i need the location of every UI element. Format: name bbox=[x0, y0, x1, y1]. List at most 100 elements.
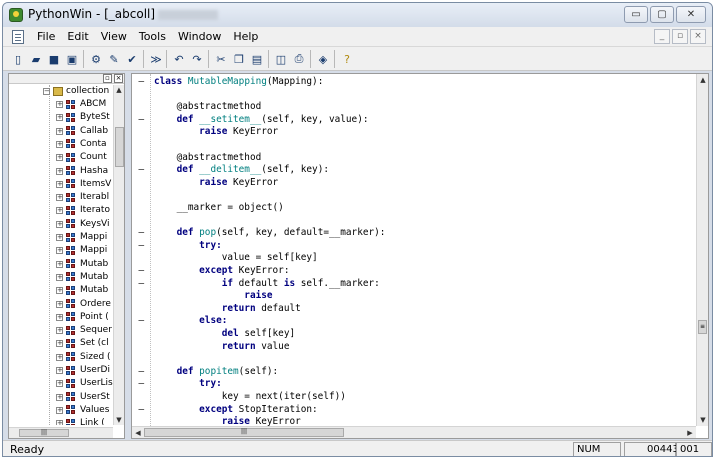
expand-icon[interactable]: + bbox=[56, 154, 63, 162]
print-icon[interactable]: ⎙ bbox=[290, 50, 308, 68]
scroll-thumb[interactable]: ≡ bbox=[698, 320, 707, 334]
fold-marker-icon[interactable]: − bbox=[138, 403, 145, 416]
code-line[interactable]: @abstractmethod bbox=[154, 101, 262, 113]
expand-icon[interactable]: + bbox=[56, 406, 63, 414]
check-icon[interactable]: ✔ bbox=[123, 50, 141, 68]
panel-restore-button[interactable]: ▫ bbox=[103, 74, 112, 83]
menu-tools[interactable]: Tools bbox=[133, 30, 172, 43]
code-line[interactable]: key = next(iter(self)) bbox=[154, 391, 346, 403]
expand-icon[interactable]: + bbox=[56, 300, 63, 308]
tree-item-class[interactable]: + Count bbox=[56, 151, 107, 164]
expand-icon[interactable]: + bbox=[56, 114, 63, 122]
scroll-thumb[interactable]: ||| bbox=[19, 429, 69, 437]
indent-icon[interactable]: ≫ bbox=[147, 50, 165, 68]
menu-window[interactable]: Window bbox=[172, 30, 227, 43]
tree-item-class[interactable]: + Mappi bbox=[56, 244, 107, 257]
expand-icon[interactable]: + bbox=[56, 167, 63, 175]
tree-item-class[interactable]: + Sized ( bbox=[56, 351, 111, 364]
tree-item-class[interactable]: + Set (cl bbox=[56, 337, 109, 350]
mdi-minimize-button[interactable]: _ bbox=[654, 29, 670, 44]
tree-item-class[interactable]: + Hasha bbox=[56, 165, 108, 178]
collapse-icon[interactable]: − bbox=[43, 88, 50, 95]
tree-item-class[interactable]: + Sequer bbox=[56, 324, 112, 337]
code-line[interactable]: class MutableMapping(Mapping): bbox=[154, 76, 323, 88]
expand-icon[interactable]: + bbox=[56, 287, 63, 295]
debug-icon[interactable]: ⚙ bbox=[87, 50, 105, 68]
code-line[interactable]: def __setitem__(self, key, value): bbox=[154, 114, 369, 126]
scroll-left-icon[interactable]: ◀ bbox=[133, 428, 143, 438]
code-line[interactable]: @abstractmethod bbox=[154, 152, 262, 164]
fold-marker-icon[interactable]: − bbox=[138, 314, 145, 327]
expand-icon[interactable]: + bbox=[56, 220, 63, 228]
code-line[interactable]: return default bbox=[154, 303, 301, 315]
code-editor[interactable]: − − − − − − − − − − − class MutableMapping(Mapping… bbox=[131, 73, 709, 439]
tree-horizontal-scrollbar[interactable]: ||| bbox=[9, 427, 113, 438]
code-line[interactable]: def popitem(self): bbox=[154, 366, 279, 378]
help-icon[interactable]: ? bbox=[338, 50, 356, 68]
code-line[interactable]: def pop(self, key, default=__marker): bbox=[154, 227, 386, 239]
tree-item-class[interactable]: + Iterato bbox=[56, 204, 110, 217]
mdi-close-button[interactable]: × bbox=[690, 29, 706, 44]
code-line[interactable]: value = self[key] bbox=[154, 252, 318, 264]
scroll-right-icon[interactable]: ▶ bbox=[685, 428, 695, 438]
expand-icon[interactable]: + bbox=[56, 273, 63, 281]
code-line[interactable]: if default is self.__marker: bbox=[154, 278, 380, 290]
tree-item-class[interactable]: + Iterabl bbox=[56, 191, 109, 204]
code-line[interactable]: del self[key] bbox=[154, 328, 295, 340]
tree-item-class[interactable]: + Point ( bbox=[56, 311, 109, 324]
menu-file[interactable]: File bbox=[31, 30, 61, 43]
cut-icon[interactable]: ✂ bbox=[212, 50, 230, 68]
scroll-up-icon[interactable]: ▲ bbox=[698, 75, 708, 85]
tree-item-class[interactable]: + Mutab bbox=[56, 284, 108, 297]
expand-icon[interactable]: + bbox=[56, 140, 63, 148]
tree-root-module[interactable]: − collection bbox=[43, 85, 109, 98]
tree-item-class[interactable]: + Conta bbox=[56, 138, 107, 151]
expand-icon[interactable]: + bbox=[56, 101, 63, 108]
scroll-down-icon[interactable]: ▼ bbox=[114, 415, 124, 425]
undo-icon[interactable]: ↶ bbox=[170, 50, 188, 68]
browse-icon[interactable]: ◈ bbox=[314, 50, 332, 68]
expand-icon[interactable]: + bbox=[56, 420, 63, 425]
expand-icon[interactable]: + bbox=[56, 340, 63, 348]
tree-item-class[interactable]: + UserDi bbox=[56, 364, 110, 377]
new-file-icon[interactable]: ▯ bbox=[9, 50, 27, 68]
tree-item-class[interactable]: + KeysVi bbox=[56, 218, 109, 231]
title-bar[interactable]: PythonWin - [_abcoll] ▭ ▢ ✕ bbox=[3, 3, 712, 27]
code-line[interactable]: except KeyError: bbox=[154, 265, 289, 277]
save-icon[interactable]: ■ bbox=[45, 50, 63, 68]
fold-marker-icon[interactable]: − bbox=[138, 75, 145, 88]
print-preview-icon[interactable]: ◫ bbox=[272, 50, 290, 68]
tree-vertical-scrollbar[interactable]: ▲ ▼ bbox=[113, 85, 124, 425]
expand-icon[interactable]: + bbox=[56, 353, 63, 361]
redo-icon[interactable]: ↷ bbox=[188, 50, 206, 68]
tree-item-class[interactable]: + Mutab bbox=[56, 271, 108, 284]
expand-icon[interactable]: + bbox=[56, 247, 63, 255]
tree-item-class[interactable]: + Values bbox=[56, 404, 109, 417]
fold-marker-icon[interactable]: − bbox=[138, 377, 145, 390]
close-button[interactable]: ✕ bbox=[676, 6, 706, 23]
tree-item-class[interactable]: + Mutab bbox=[56, 258, 108, 271]
tree-item-class[interactable]: + Link ( bbox=[56, 417, 105, 425]
copy-icon[interactable]: ❐ bbox=[230, 50, 248, 68]
open-folder-icon[interactable]: ▰ bbox=[27, 50, 45, 68]
tree-item-class[interactable]: + UserLis bbox=[56, 377, 113, 390]
expand-icon[interactable]: + bbox=[56, 260, 63, 268]
fold-marker-icon[interactable]: − bbox=[138, 226, 145, 239]
code-line[interactable]: raise bbox=[154, 290, 272, 302]
panel-close-button[interactable]: × bbox=[114, 74, 123, 83]
scroll-thumb[interactable]: ||| bbox=[144, 428, 344, 437]
code-line[interactable]: def __delitem__(self, key): bbox=[154, 164, 329, 176]
menu-edit[interactable]: Edit bbox=[61, 30, 94, 43]
editor-vertical-scrollbar[interactable]: ▲ ≡ ▼ bbox=[696, 74, 708, 426]
tree-item-class[interactable]: + UserSt bbox=[56, 391, 110, 404]
fold-marker-icon[interactable]: − bbox=[138, 264, 145, 277]
expand-icon[interactable]: + bbox=[56, 234, 63, 241]
tree-item-class[interactable]: + ABCM bbox=[56, 98, 106, 111]
edit-icon[interactable]: ✎ bbox=[105, 50, 123, 68]
save-all-icon[interactable]: ▣ bbox=[63, 50, 81, 68]
code-area[interactable]: class MutableMapping(Mapping): @abstract… bbox=[154, 74, 694, 426]
expand-icon[interactable]: + bbox=[56, 380, 63, 388]
document-icon[interactable] bbox=[12, 30, 24, 44]
code-line[interactable]: raise KeyError bbox=[154, 177, 278, 189]
editor-horizontal-scrollbar[interactable]: ◀ ||| ▶ bbox=[132, 426, 696, 438]
